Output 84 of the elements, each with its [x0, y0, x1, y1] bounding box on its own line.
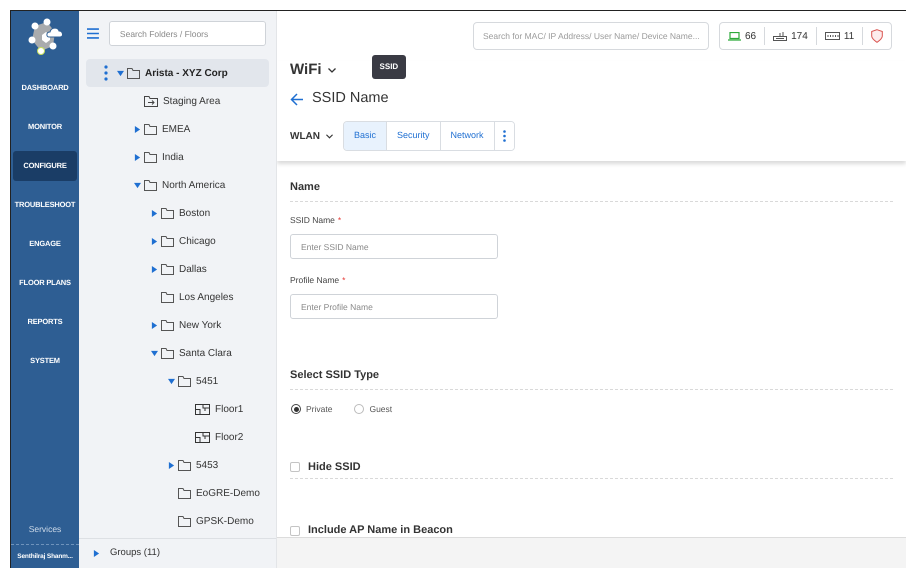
tree-item[interactable]: New York	[86, 311, 269, 339]
tree-item[interactable]: 5453	[86, 451, 269, 479]
folder-icon	[178, 488, 191, 498]
folder-icon	[144, 152, 157, 162]
field-label: SSID Name	[290, 214, 335, 227]
device-search-field[interactable]: Search for MAC/ IP Address/ User Name/ Device Name...	[473, 22, 709, 50]
checkbox[interactable]	[290, 526, 300, 536]
floor-plan-icon	[195, 404, 210, 414]
checkbox-label: Include AP Name in Beacon	[308, 523, 453, 537]
chevron-down-icon	[328, 68, 336, 72]
laptop-icon	[728, 32, 741, 40]
caret-icon[interactable]	[150, 238, 158, 244]
tree-item[interactable]: Staging Area	[86, 87, 269, 115]
wifi-menu[interactable]: WiFi	[290, 58, 336, 82]
tree-item[interactable]: Dallas	[86, 255, 269, 283]
radio-option[interactable]: Private	[291, 403, 332, 416]
caret-icon[interactable]	[93, 550, 100, 557]
section-heading: Name	[290, 181, 320, 193]
wlan-menu[interactable]: WLAN	[290, 128, 333, 144]
tree-item[interactable]: GPSK-Demo	[86, 507, 269, 535]
folder-icon	[127, 68, 140, 78]
folder-icon	[178, 516, 191, 526]
router-icon	[773, 31, 788, 41]
caret-icon[interactable]	[150, 350, 158, 356]
caret-icon[interactable]	[150, 210, 158, 216]
tree-item[interactable]: Arista - XYZ Corp	[86, 59, 269, 87]
menu-icon[interactable]	[87, 28, 99, 39]
text-field[interactable]: Enter SSID Name	[290, 234, 498, 259]
folder-icon	[178, 376, 191, 386]
tree-item[interactable]: 5451	[86, 367, 269, 395]
folder-icon	[161, 320, 174, 330]
kebab-icon[interactable]	[104, 65, 108, 81]
folder-arrow-icon	[144, 96, 158, 106]
folder-search-field[interactable]: Search Folders / Floors	[108, 21, 266, 46]
folder-icon	[144, 124, 157, 134]
services-link[interactable]: Services	[28, 523, 62, 536]
caret-icon[interactable]	[134, 182, 140, 188]
counter-button[interactable]: 174	[765, 27, 817, 45]
folder-icon	[161, 348, 174, 358]
caret-icon[interactable]	[150, 322, 158, 328]
back-arrow-icon[interactable]	[290, 92, 304, 106]
caret-icon[interactable]	[168, 462, 174, 468]
required-mark: *	[342, 274, 346, 287]
folder-icon	[144, 180, 157, 190]
shield-icon	[871, 29, 884, 43]
checkbox[interactable]	[290, 462, 300, 472]
radio-button[interactable]	[291, 404, 301, 414]
folder-icon	[161, 208, 174, 218]
section-heading: Select SSID Type	[290, 369, 380, 381]
page-title: SSID Name	[312, 89, 389, 108]
tree-item[interactable]: Floor2	[86, 423, 269, 451]
tree-item[interactable]: Chicago	[86, 227, 269, 255]
tree-item[interactable]: North America	[86, 171, 269, 199]
counter-button[interactable]: 11	[816, 27, 864, 45]
caret-icon[interactable]	[168, 378, 174, 384]
counter-button[interactable]: 66	[720, 27, 766, 45]
radio-button[interactable]	[354, 404, 364, 414]
caret-icon[interactable]	[150, 266, 158, 272]
required-mark: *	[338, 214, 342, 227]
checkbox-label: Hide SSID	[308, 460, 361, 475]
field-label: Profile Name	[290, 274, 340, 287]
tree-item[interactable]: Santa Clara	[86, 339, 269, 367]
tree-item[interactable]: Floor1	[86, 395, 269, 423]
caret-icon[interactable]	[134, 154, 140, 160]
chevron-down-icon	[326, 134, 333, 138]
radio-option[interactable]: Guest	[354, 403, 392, 416]
tree-item[interactable]: EMEA	[86, 115, 269, 143]
tab[interactable]: Basic	[344, 122, 388, 150]
tree-item[interactable]: India	[86, 143, 269, 171]
switch-icon	[824, 32, 840, 40]
folder-icon	[161, 236, 174, 246]
tree-item[interactable]: Boston	[86, 199, 269, 227]
folder-icon	[178, 460, 191, 470]
tooltip: SSID	[372, 55, 406, 79]
caret-icon[interactable]	[134, 126, 140, 132]
kebab-icon	[502, 130, 506, 142]
folder-icon	[161, 292, 174, 302]
caret-icon[interactable]	[116, 70, 124, 76]
tree-item[interactable]: EoGRE-Demo	[86, 479, 269, 507]
floor-plan-icon	[195, 432, 210, 442]
text-field[interactable]: Enter Profile Name	[290, 294, 498, 319]
folder-icon	[161, 264, 174, 274]
tree-item[interactable]: Los Angeles	[86, 283, 269, 311]
groups-label[interactable]: Groups (11)	[110, 546, 160, 561]
